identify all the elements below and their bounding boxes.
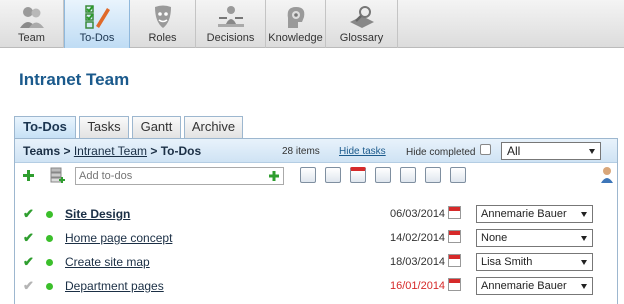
- knowledge-icon: [287, 7, 304, 28]
- tab-gantt[interactable]: Gantt: [132, 116, 181, 138]
- todo-row: ✔ Home page concept 14/02/2014 None: [15, 226, 617, 250]
- todo-row: ✔ Department pages 16/01/2014 Annemarie …: [15, 274, 617, 298]
- todo-name[interactable]: Home page concept: [65, 231, 172, 245]
- assignee-value: Annemarie Bauer: [481, 208, 567, 220]
- nav-team[interactable]: Team: [0, 0, 64, 48]
- add-icon[interactable]: [22, 169, 35, 182]
- breadcrumb-root[interactable]: Teams: [23, 144, 60, 158]
- nav-roles-label: Roles: [148, 32, 177, 44]
- breadcrumb-sep: >: [63, 144, 71, 158]
- panel-header: Teams > Intranet Team > To-Dos 28 items …: [15, 139, 617, 163]
- todo-name[interactable]: Department pages: [65, 279, 164, 293]
- nav-team-label: Team: [18, 32, 45, 44]
- status-dot-icon: [46, 259, 53, 266]
- import-icon[interactable]: [300, 167, 316, 183]
- export-icon[interactable]: [325, 167, 341, 183]
- add-todo-input[interactable]: [75, 167, 284, 185]
- hide-completed-label: Hide completed: [406, 147, 476, 158]
- top-nav: Team To-Dos Roles Decisions Knowledge Gl…: [0, 0, 624, 48]
- calendar-icon[interactable]: [448, 278, 461, 291]
- done-check-icon[interactable]: ✔: [23, 230, 34, 246]
- breadcrumb-sep-2: >: [150, 144, 158, 158]
- page-title: Intranet Team: [19, 70, 130, 89]
- nav-todos[interactable]: To-Dos: [64, 0, 130, 48]
- move-icon[interactable]: [450, 167, 466, 183]
- todo-date: 18/03/2014: [390, 256, 446, 268]
- hide-completed-checkbox[interactable]: [480, 144, 491, 155]
- done-check-icon[interactable]: ✔: [23, 254, 34, 270]
- chevron-down-icon: [581, 212, 587, 217]
- assignee-value: Lisa Smith: [481, 256, 533, 268]
- status-dot-icon: [46, 283, 53, 290]
- todo-name[interactable]: Create site map: [65, 255, 150, 269]
- filter-select[interactable]: All: [501, 142, 601, 160]
- calendar-icon[interactable]: [448, 254, 461, 267]
- nav-glossary[interactable]: Glossary: [326, 0, 398, 48]
- todo-row: ✔ Site Design 06/03/2014 Annemarie Bauer: [15, 202, 617, 226]
- print-icon[interactable]: [375, 167, 391, 183]
- nav-glossary-label: Glossary: [339, 32, 384, 44]
- nav-knowledge[interactable]: Knowledge: [266, 0, 326, 48]
- roles-icon: [154, 5, 171, 28]
- calendar-icon[interactable]: [448, 206, 461, 219]
- nav-roles[interactable]: Roles: [130, 0, 196, 48]
- calendar-icon[interactable]: [448, 230, 461, 243]
- chevron-down-icon: [581, 260, 587, 265]
- breadcrumb-current: To-Dos: [160, 144, 202, 158]
- tab-tasks[interactable]: Tasks: [79, 116, 129, 138]
- chevron-down-icon: [581, 236, 587, 241]
- assignee-select[interactable]: Lisa Smith: [476, 253, 593, 271]
- print-preview-icon[interactable]: [400, 167, 416, 183]
- filter-select-value: All: [507, 144, 521, 158]
- todos-icon: [85, 5, 110, 29]
- breadcrumb: Teams > Intranet Team > To-Dos: [23, 144, 201, 158]
- nav-knowledge-label: Knowledge: [268, 32, 323, 44]
- assignee-value: Annemarie Bauer: [481, 280, 567, 292]
- user-settings-icon[interactable]: [599, 166, 615, 184]
- assignee-select[interactable]: Annemarie Bauer: [476, 205, 593, 223]
- chevron-down-icon: [581, 284, 587, 289]
- stack-add-icon[interactable]: [49, 166, 67, 184]
- todo-row: ✔ Create site map 18/03/2014 Lisa Smith: [15, 250, 617, 274]
- nav-todos-label: To-Dos: [79, 32, 115, 44]
- team-icon: [19, 7, 44, 28]
- breadcrumb-team[interactable]: Intranet Team: [74, 144, 147, 158]
- copy-icon[interactable]: [425, 167, 441, 183]
- todo-date-overdue: 16/01/2014: [390, 280, 446, 292]
- nav-decisions[interactable]: Decisions: [196, 0, 266, 48]
- calendar-icon[interactable]: [350, 167, 366, 183]
- tab-archive[interactable]: Archive: [184, 116, 243, 138]
- status-dot-icon: [46, 211, 53, 218]
- todo-date: 14/02/2014: [390, 232, 446, 244]
- status-dot-icon: [46, 235, 53, 242]
- decisions-icon: [217, 6, 244, 27]
- items-count: 28 items: [282, 146, 320, 157]
- chevron-down-icon: [589, 149, 595, 154]
- assignee-select[interactable]: Annemarie Bauer: [476, 277, 593, 295]
- assignee-select[interactable]: None: [476, 229, 593, 247]
- done-check-icon[interactable]: ✔: [23, 206, 34, 222]
- hide-tasks-link[interactable]: Hide tasks: [339, 146, 386, 157]
- glossary-icon: [349, 6, 374, 28]
- nav-decisions-label: Decisions: [206, 32, 255, 44]
- todo-name[interactable]: Site Design: [65, 207, 130, 221]
- todos-panel: Teams > Intranet Team > To-Dos 28 items …: [14, 138, 618, 304]
- undone-check-icon[interactable]: ✔: [23, 278, 34, 294]
- tab-todos[interactable]: To-Dos: [14, 116, 76, 139]
- todo-date: 06/03/2014: [390, 208, 446, 220]
- add-todo-icon[interactable]: [268, 170, 280, 182]
- assignee-value: None: [481, 232, 508, 244]
